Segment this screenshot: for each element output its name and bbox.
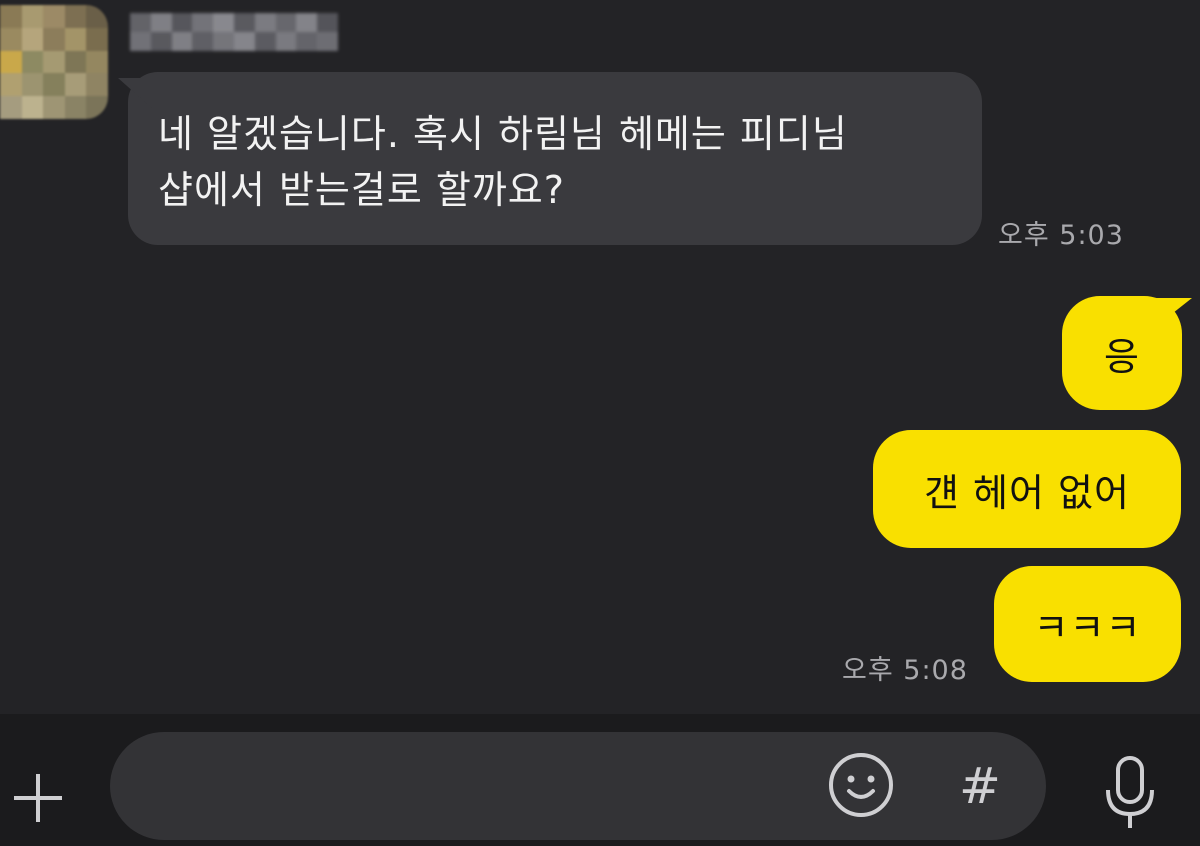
message-input-container[interactable]: # [110, 732, 1046, 840]
hashtag-search-button[interactable]: # [952, 758, 1008, 814]
outgoing-message-bubble[interactable]: ㅋㅋㅋ [994, 566, 1181, 682]
plus-icon[interactable] [8, 768, 68, 828]
message-input-bar: # [0, 714, 1200, 846]
message-input[interactable] [150, 762, 814, 812]
bubble-tail [1154, 298, 1192, 328]
microphone-icon[interactable] [1098, 754, 1162, 834]
message-text: 걘 헤어 없어 [924, 470, 1130, 515]
sender-avatar[interactable] [0, 5, 108, 119]
bubble-tail [118, 78, 152, 108]
message-line: 샵에서 받는걸로 할까요? [158, 168, 565, 212]
outgoing-message-bubble[interactable]: 응 [1062, 296, 1192, 410]
incoming-timestamp: 오후 5:03 [998, 220, 1124, 251]
incoming-message-bubble[interactable]: 네 알겠습니다. 혹시 하림님 헤메는 피디님 샵에서 받는걸로 할까요? [118, 72, 982, 245]
message-text: 응 [1104, 334, 1140, 379]
message-text: ㅋㅋㅋ [1033, 605, 1142, 650]
sender-name-redacted [130, 13, 338, 51]
message-line: 네 알겠습니다. 혹시 하림님 헤메는 피디님 [158, 112, 848, 156]
emoji-icon[interactable] [828, 752, 894, 818]
outgoing-timestamp: 오후 5:08 [842, 655, 968, 686]
chat-screen: 네 알겠습니다. 혹시 하림님 헤메는 피디님 샵에서 받는걸로 할까요? 오후… [0, 0, 1200, 846]
outgoing-message-bubble[interactable]: 걘 헤어 없어 [873, 430, 1181, 548]
